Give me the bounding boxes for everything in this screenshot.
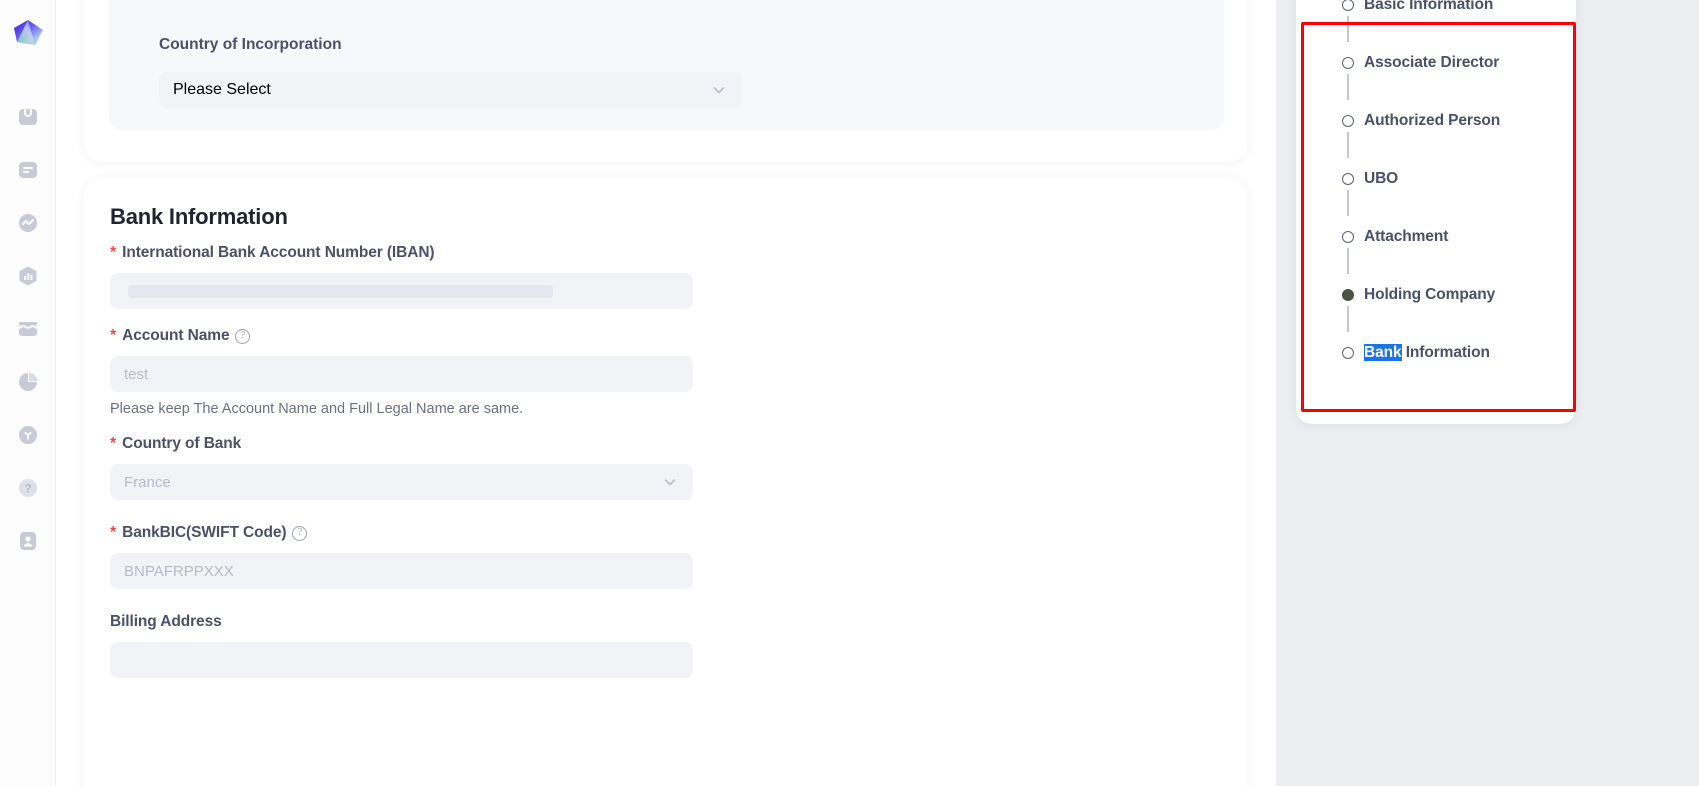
billing-address-label: Billing Address <box>110 613 1221 631</box>
loading-skeleton <box>128 284 553 298</box>
country-of-incorporation-value: Please Select <box>173 81 271 98</box>
sidebar-item-activity[interactable] <box>13 208 43 238</box>
sidebar-item-documents[interactable] <box>13 155 43 185</box>
step-dot-icon <box>1342 231 1354 243</box>
app-logo[interactable] <box>9 16 47 54</box>
step-item-authorized-person[interactable]: Authorized Person <box>1342 110 1500 132</box>
step-list: Basic Information Associate Director Aut… <box>1342 0 1500 364</box>
swift-label-text: BankBIC(SWIFT Code) <box>122 524 287 541</box>
step-label: Basic Information <box>1364 0 1494 13</box>
step-connector <box>1342 248 1354 284</box>
swift-label: * BankBIC(SWIFT Code) ? <box>110 524 1221 542</box>
main-content-area: Country of Incorporation Please Select B… <box>56 0 1276 786</box>
page-title: Bank Information <box>110 204 288 229</box>
basic-info-card: Country of Incorporation Please Select <box>84 0 1247 162</box>
sidebar-item-growth[interactable] <box>13 420 43 450</box>
country-of-bank-label-text: Country of Bank <box>122 435 242 452</box>
step-dot-icon <box>1342 57 1354 69</box>
help-circle-icon[interactable]: ? <box>292 525 308 541</box>
required-asterisk: * <box>110 435 117 452</box>
iban-label-text: International Bank Account Number (IBAN) <box>122 244 435 261</box>
step-connector <box>1342 16 1354 52</box>
step-connector <box>1342 190 1354 226</box>
sidebar-item-help[interactable]: ? <box>13 473 43 503</box>
country-of-incorporation-select[interactable]: Please Select <box>159 72 742 108</box>
chevron-down-icon <box>661 473 679 491</box>
required-asterisk: * <box>110 327 117 344</box>
step-connector <box>1342 132 1354 168</box>
sidebar-item-analytics[interactable] <box>13 367 43 397</box>
step-dot-icon <box>1342 289 1354 301</box>
sidebar-item-account[interactable] <box>13 526 43 556</box>
swift-input[interactable]: BNPAFRPPXXX <box>110 553 693 589</box>
step-dot-icon <box>1342 347 1354 359</box>
billing-address-input[interactable] <box>110 642 693 678</box>
svg-text:?: ? <box>24 482 31 496</box>
step-navigator-card: Basic Information Associate Director Aut… <box>1296 0 1576 424</box>
required-asterisk: * <box>110 244 117 261</box>
left-icon-rail: ? <box>0 0 56 786</box>
step-label: Associate Director <box>1364 54 1500 71</box>
swift-placeholder: BNPAFRPPXXX <box>124 562 234 580</box>
field-billing-address: Billing Address <box>110 613 1221 678</box>
step-item-basic-information[interactable]: Basic Information <box>1342 0 1500 16</box>
step-item-associate-director[interactable]: Associate Director <box>1342 52 1500 74</box>
step-item-holding-company[interactable]: Holding Company <box>1342 284 1500 306</box>
account-name-label: * Account Name ? <box>110 327 1221 345</box>
right-panel: Basic Information Associate Director Aut… <box>1276 0 1699 786</box>
step-connector <box>1342 74 1354 110</box>
iban-input[interactable] <box>110 273 693 309</box>
step-label: Attachment <box>1364 228 1449 245</box>
step-label-rest: Information <box>1401 344 1490 361</box>
field-iban: * International Bank Account Number (IBA… <box>110 244 1221 309</box>
app-root: ? Country of Incorporation Please Select <box>0 0 1699 786</box>
field-swift-code: * BankBIC(SWIFT Code) ? BNPAFRPPXXX <box>110 524 1221 589</box>
step-label: Authorized Person <box>1364 112 1501 129</box>
sidebar-item-store[interactable] <box>13 314 43 344</box>
country-of-incorporation-label: Country of Incorporation <box>159 36 342 53</box>
help-circle-icon[interactable]: ? <box>235 328 251 344</box>
chevron-down-icon <box>710 81 728 99</box>
step-label: UBO <box>1364 170 1399 187</box>
account-name-input[interactable]: test <box>110 356 693 392</box>
step-item-attachment[interactable]: Attachment <box>1342 226 1500 248</box>
bank-information-card: Bank Information * International Bank Ac… <box>84 178 1247 786</box>
step-label: Bank Information <box>1364 344 1490 362</box>
selected-text: Bank <box>1364 344 1402 361</box>
step-dot-icon <box>1342 0 1354 11</box>
billing-address-label-text: Billing Address <box>110 613 222 630</box>
step-label: Holding Company <box>1364 286 1496 303</box>
step-connector <box>1342 306 1354 342</box>
required-asterisk: * <box>110 524 117 541</box>
step-item-ubo[interactable]: UBO <box>1342 168 1500 190</box>
step-item-bank-information[interactable]: Bank Information <box>1342 342 1500 364</box>
rail-item-list: ? <box>13 102 43 556</box>
field-country-of-bank: * Country of Bank France <box>110 435 1221 500</box>
country-of-bank-label: * Country of Bank <box>110 435 1221 453</box>
account-name-placeholder: test <box>124 365 149 383</box>
sidebar-item-reports[interactable] <box>13 261 43 291</box>
country-of-bank-value: France <box>124 473 171 491</box>
field-account-name: * Account Name ? test Please keep The Ac… <box>110 327 1221 417</box>
iban-label: * International Bank Account Number (IBA… <box>110 244 1221 262</box>
incorporation-panel: Country of Incorporation Please Select <box>109 0 1224 130</box>
account-name-label-text: Account Name <box>122 327 230 344</box>
sidebar-item-inbox[interactable] <box>13 102 43 132</box>
step-dot-icon <box>1342 173 1354 185</box>
country-of-bank-select[interactable]: France <box>110 464 693 500</box>
account-name-helper-text: Please keep The Account Name and Full Le… <box>110 401 524 417</box>
step-dot-icon <box>1342 115 1354 127</box>
